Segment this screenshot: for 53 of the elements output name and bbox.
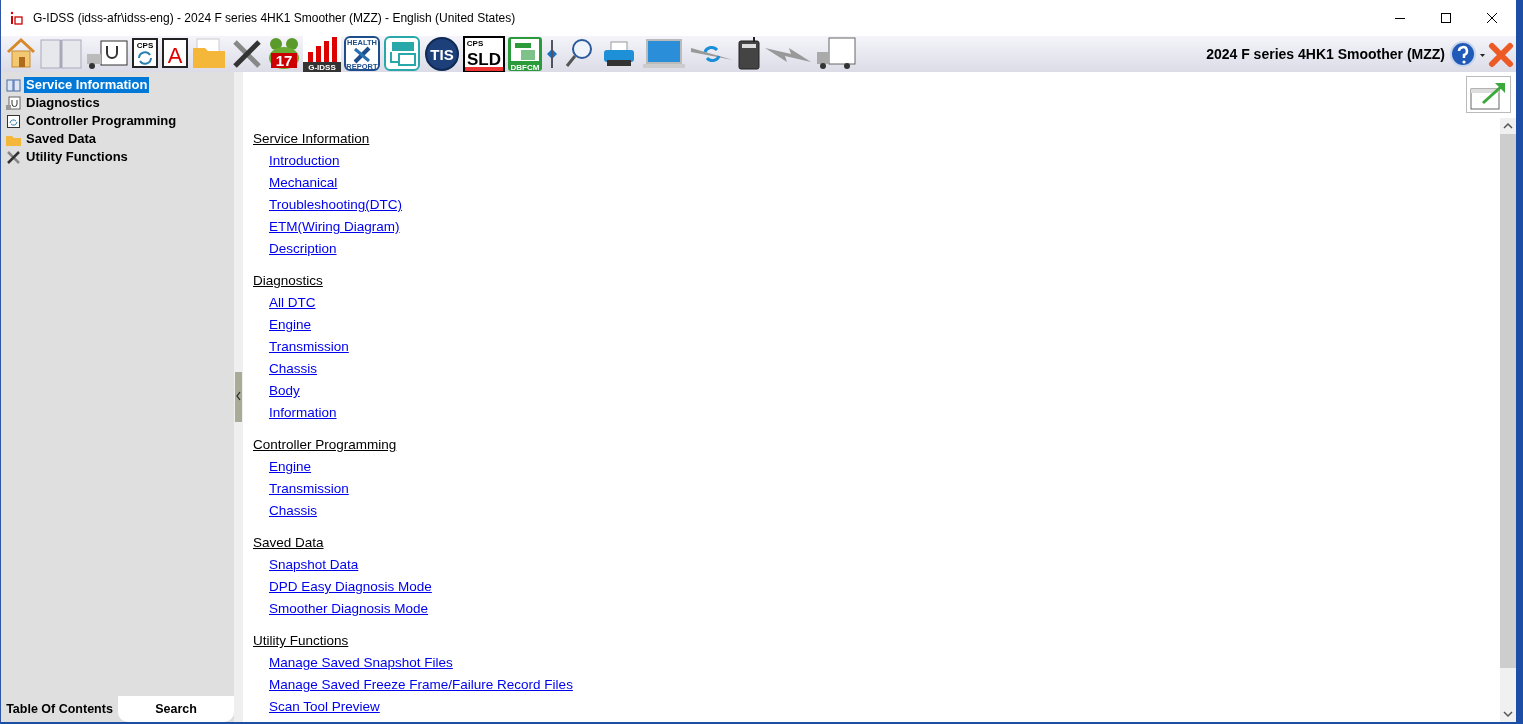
tools-icon (6, 149, 21, 165)
link[interactable]: Description (269, 238, 337, 260)
link[interactable]: Troubleshooting(DTC) (269, 194, 403, 216)
vehicle-name: 2024 F series 4HK1 Smoother (MZZ) (1206, 44, 1445, 64)
link[interactable]: Information (269, 402, 337, 424)
minimize-icon (1395, 17, 1405, 19)
link[interactable]: Engine (269, 314, 312, 336)
dbfcm-icon[interactable]: DBFCM (507, 36, 543, 72)
tree-item[interactable]: Controller Programming (24, 113, 179, 129)
link[interactable]: Chassis (269, 358, 317, 380)
maximize-icon (1441, 13, 1451, 23)
close-icon (1487, 13, 1497, 23)
section-heading: Controller Programming (253, 436, 397, 454)
help-icon[interactable] (1449, 40, 1477, 68)
link[interactable]: Smoother Diagnosis Mode (269, 598, 429, 620)
link[interactable]: Introduction (269, 150, 340, 172)
book-icon (6, 77, 21, 93)
scrollbar-thumb[interactable] (1500, 134, 1516, 668)
close-icon[interactable] (1488, 40, 1514, 68)
link[interactable]: Mechanical (269, 172, 338, 194)
link[interactable]: Manage Saved Snapshot Files (269, 652, 453, 674)
link[interactable]: ETM(Wiring Diagram) (269, 216, 400, 238)
truck-screen-icon[interactable] (383, 36, 421, 72)
link[interactable]: DPD Easy Diagnosis Mode (269, 576, 432, 598)
collapse-handle[interactable] (235, 372, 242, 422)
pop-out-button[interactable] (1466, 76, 1511, 113)
cps-refresh-icon (6, 113, 21, 129)
link[interactable]: Scan Tool Preview (269, 696, 380, 718)
truck-icon[interactable] (815, 36, 857, 72)
tree-item[interactable]: Saved Data (24, 131, 99, 147)
tab[interactable]: Search (118, 696, 234, 722)
section-heading: Utility Functions (253, 632, 349, 650)
tis-icon[interactable]: TIS (423, 36, 461, 72)
tree-item[interactable]: Service Information (24, 77, 150, 93)
tree-item[interactable]: Diagnostics (24, 95, 102, 111)
stethoscope-icon (6, 95, 21, 111)
link[interactable]: Transmission (269, 336, 349, 358)
cps-sld-icon[interactable]: CPS SLD (463, 36, 505, 72)
tree-item[interactable]: Utility Functions (24, 149, 130, 165)
link[interactable]: Manage Saved Freeze Frame/Failure Record Files (269, 674, 573, 696)
section-heading: Diagnostics (253, 272, 323, 290)
window-title: G-IDSS (idss-afr\idss-eng) - 2024 F series 4HK1 Smoother (MZZ) - English (United States) (33, 10, 516, 27)
link[interactable]: All DTC (269, 292, 316, 314)
handheld-device-icon[interactable] (737, 36, 761, 72)
app-icon (9, 11, 23, 25)
link[interactable]: Snapshot Data (269, 554, 359, 576)
section-heading: Saved Data (253, 534, 324, 552)
link[interactable]: Transmission (269, 478, 349, 500)
section-heading: Service Information (253, 130, 370, 148)
link[interactable]: Body (269, 380, 300, 402)
link[interactable]: Engine (269, 456, 312, 478)
link[interactable]: Chassis (269, 500, 317, 522)
bar-chart-icon[interactable]: G-IDSS (303, 36, 341, 72)
